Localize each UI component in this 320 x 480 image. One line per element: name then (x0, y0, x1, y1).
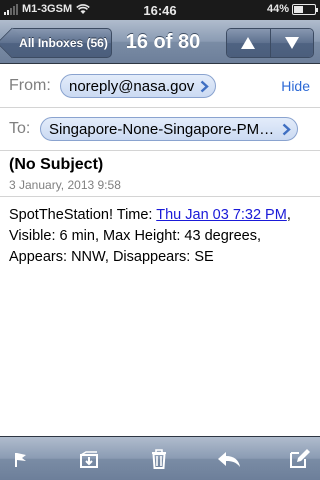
flag-icon (15, 453, 26, 467)
back-button-label: All Inboxes (56) (19, 36, 108, 50)
down-arrow-icon (284, 37, 299, 49)
trash-icon (152, 449, 166, 469)
hide-details-link[interactable]: Hide (281, 78, 310, 94)
message-date: 3 January, 2013 9:58 (9, 178, 121, 192)
bottom-toolbar (0, 436, 320, 480)
status-right: 44% (266, 3, 318, 15)
next-message-button[interactable] (269, 29, 313, 57)
subject-block: (No Subject) 3 January, 2013 9:58 (0, 151, 320, 197)
message-body: SpotTheStation! Time: Thu Jan 03 7:32 PM… (9, 205, 315, 268)
message-position-title: 16 of 80 (125, 31, 201, 53)
compose-icon (290, 449, 310, 468)
status-bar: M1-3GSM 16:46 44% (0, 0, 320, 20)
flag-button[interactable] (8, 447, 34, 471)
back-to-inbox-button[interactable]: All Inboxes (56) (12, 28, 112, 58)
battery-icon (292, 3, 318, 15)
from-address: noreply@nasa.gov (69, 77, 195, 95)
move-message-button[interactable] (76, 447, 102, 471)
move-folder-icon (80, 451, 98, 468)
from-label: From: (9, 77, 51, 94)
body-prefix: SpotTheStation! Time: (9, 207, 157, 223)
previous-message-button[interactable] (227, 29, 270, 57)
event-date-link[interactable]: Thu Jan 03 7:32 PM (156, 207, 287, 223)
reply-icon (218, 452, 240, 467)
compose-button[interactable] (286, 447, 312, 471)
from-address-bubble[interactable]: noreply@nasa.gov (60, 74, 216, 98)
to-address: Singapore-None-Singapore-PM… (49, 120, 275, 138)
chevron-right-icon (200, 80, 209, 93)
navigation-bar: All Inboxes (56) 16 of 80 (0, 20, 320, 64)
to-label: To: (9, 120, 31, 137)
to-row: To: Singapore-None-Singapore-PM… (0, 108, 320, 151)
delete-button[interactable] (146, 447, 172, 471)
to-address-bubble[interactable]: Singapore-None-Singapore-PM… (40, 117, 298, 141)
message-navigation-segmented-control (226, 28, 314, 58)
battery-percent: 44% (266, 3, 289, 15)
chevron-right-icon (282, 123, 291, 136)
from-row: From: noreply@nasa.gov Hide (0, 65, 320, 108)
reply-button[interactable] (216, 447, 242, 471)
up-arrow-icon (241, 37, 256, 49)
message-subject: (No Subject) (9, 156, 104, 173)
